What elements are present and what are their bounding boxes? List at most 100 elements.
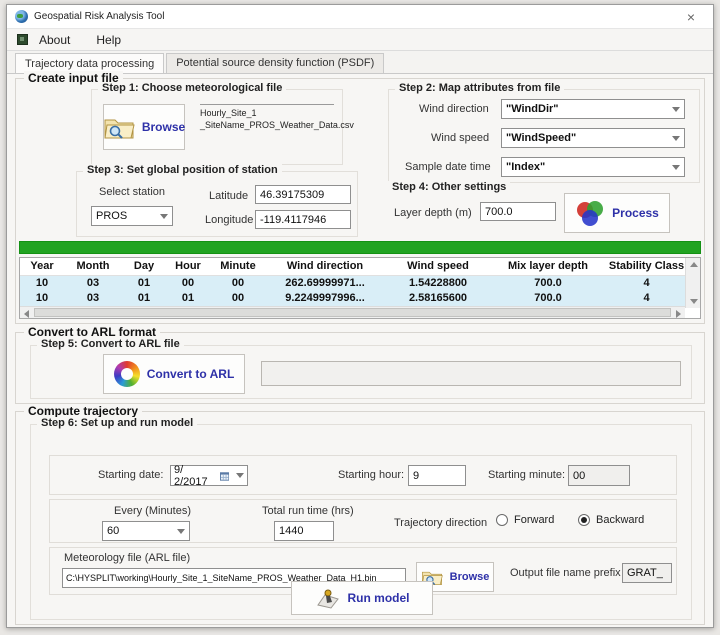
arl-progress-bar [261,361,681,386]
col-header[interactable]: Year [20,258,64,276]
run-model-icon [315,587,341,609]
tab-strip: Trajectory data processing Potential sou… [7,51,713,73]
wind-direction-label: Wind direction [419,103,489,115]
col-header[interactable]: Hour [166,258,210,276]
browse-met-file-button[interactable]: Browse [103,104,185,150]
longitude-field[interactable] [255,210,351,229]
step5-group: Step 5: Convert to ARL file Convert to A… [30,345,692,399]
total-run-time-label: Total run time (hrs) [262,505,354,517]
wind-speed-select[interactable]: "WindSpeed" [501,128,685,148]
wind-direction-select[interactable]: "WindDir" [501,99,685,119]
step4-group: Step 4: Other settings Layer depth (m) P… [388,189,700,237]
title-bar: Geospatial Risk Analysis Tool × [7,5,713,29]
chevron-down-icon [160,214,168,219]
col-header[interactable]: Mix layer depth [492,258,604,276]
col-header[interactable]: Month [64,258,122,276]
convert-to-arl-button[interactable]: Convert to ARL [103,354,245,394]
scrollbar-thumb[interactable] [34,308,671,317]
browse-arl-label: Browse [450,571,490,583]
app-window: Geospatial Risk Analysis Tool × About He… [6,4,714,628]
table-cell: 01 [122,276,166,291]
table-cell: 262.69999971... [266,276,384,291]
process-label: Process [612,206,659,220]
sample-date-time-value: "Index" [506,161,668,173]
col-header[interactable]: Minute [210,258,266,276]
met-file-name: Hourly_Site_1 _SiteName_PROS_Weather_Dat… [200,104,334,131]
latitude-field[interactable] [255,185,351,204]
color-wheel-icon [114,361,140,387]
create-input-file-group: Create input file Step 1: Choose meteoro… [15,78,705,324]
sample-date-time-select[interactable]: "Index" [501,157,685,177]
starting-minute-label: Starting minute: [488,469,565,481]
horizontal-scrollbar[interactable] [20,306,685,318]
latitude-label: Latitude [209,190,248,202]
starting-minute-field[interactable] [568,465,630,486]
rgb-circles-icon [575,200,605,227]
output-prefix-field[interactable] [622,563,672,583]
step2-title: Step 2: Map attributes from file [395,82,564,94]
step5-title: Step 5: Convert to ARL file [37,338,184,350]
forward-label: Forward [514,514,554,526]
met-file-name-line1: Hourly_Site_1 [200,107,334,119]
menu-help[interactable]: Help [90,31,127,49]
table-cell: 00 [210,291,266,306]
table-cell: 01 [166,291,210,306]
close-icon[interactable]: × [677,6,705,28]
scroll-down-icon[interactable] [690,299,698,304]
step6-group: Step 6: Set up and run model Starting da… [30,424,692,620]
app-icon [15,10,28,23]
table-header-row: Year Month Day Hour Minute Wind directio… [20,258,700,276]
col-header[interactable]: Stability Class [604,258,689,276]
starting-date-value: 9/ 2/2017 [174,464,217,488]
every-minutes-select[interactable]: 60 [102,521,190,541]
table-cell: 2.58165600 [384,291,492,306]
table-cell: 00 [166,276,210,291]
forward-radio[interactable]: Forward [496,514,554,526]
scroll-left-icon[interactable] [24,310,29,318]
tab-page: Create input file Step 1: Choose meteoro… [7,73,713,627]
output-prefix-label: Output file name prefix [510,567,621,579]
run-model-button[interactable]: Run model [291,581,433,615]
step4-title: Step 4: Other settings [388,181,510,193]
browse-met-file-label: Browse [142,120,185,134]
col-header[interactable]: Wind direction [266,258,384,276]
scroll-right-icon[interactable] [676,310,681,318]
run-settings-row: Every (Minutes) 60 Total run time (hrs) … [49,499,677,543]
compute-trajectory-group: Compute trajectory Step 6: Set up and ru… [15,411,705,625]
wind-direction-value: "WindDir" [506,103,668,115]
wind-speed-label: Wind speed [431,132,489,144]
starting-date-label: Starting date: [98,469,163,481]
vertical-scrollbar[interactable] [685,258,700,308]
process-progress-bar [19,241,701,254]
starting-hour-field[interactable] [408,465,466,486]
starting-hour-label: Starting hour: [338,469,404,481]
met-file-name-line2: _SiteName_PROS_Weather_Data.csv [200,119,334,131]
col-header[interactable]: Wind speed [384,258,492,276]
table-cell: 9.2249997996... [266,291,384,306]
chevron-down-icon [672,136,680,141]
process-button[interactable]: Process [564,193,670,233]
trajectory-direction-label: Trajectory direction [394,517,487,529]
col-header[interactable]: Day [122,258,166,276]
chevron-down-icon [236,473,244,478]
table-row[interactable]: 10 03 01 00 00 262.69999971... 1.5422880… [20,276,700,291]
tab-psdf[interactable]: Potential source density function (PSDF) [166,53,384,73]
folder-search-icon [103,114,135,140]
backward-radio[interactable]: Backward [578,514,644,526]
step1-title: Step 1: Choose meteorological file [98,82,286,94]
scroll-up-icon[interactable] [690,262,698,267]
table-cell: 03 [64,291,122,306]
step6-title: Step 6: Set up and run model [37,417,197,429]
convert-title: Convert to ARL format [24,325,160,339]
table-cell: 03 [64,276,122,291]
layer-depth-field[interactable] [480,202,556,221]
table-row[interactable]: 10 03 01 01 00 9.2249997996... 2.5816560… [20,291,700,306]
station-value: PROS [96,210,156,222]
total-run-time-field[interactable] [274,521,334,541]
menu-about[interactable]: About [33,31,76,49]
starting-date-picker[interactable]: 9/ 2/2017 [170,465,248,486]
met-arl-file-label: Meteorology file (ARL file) [64,552,190,564]
station-select[interactable]: PROS [91,206,173,226]
every-minutes-label: Every (Minutes) [114,505,191,517]
layer-depth-label: Layer depth (m) [394,207,472,219]
